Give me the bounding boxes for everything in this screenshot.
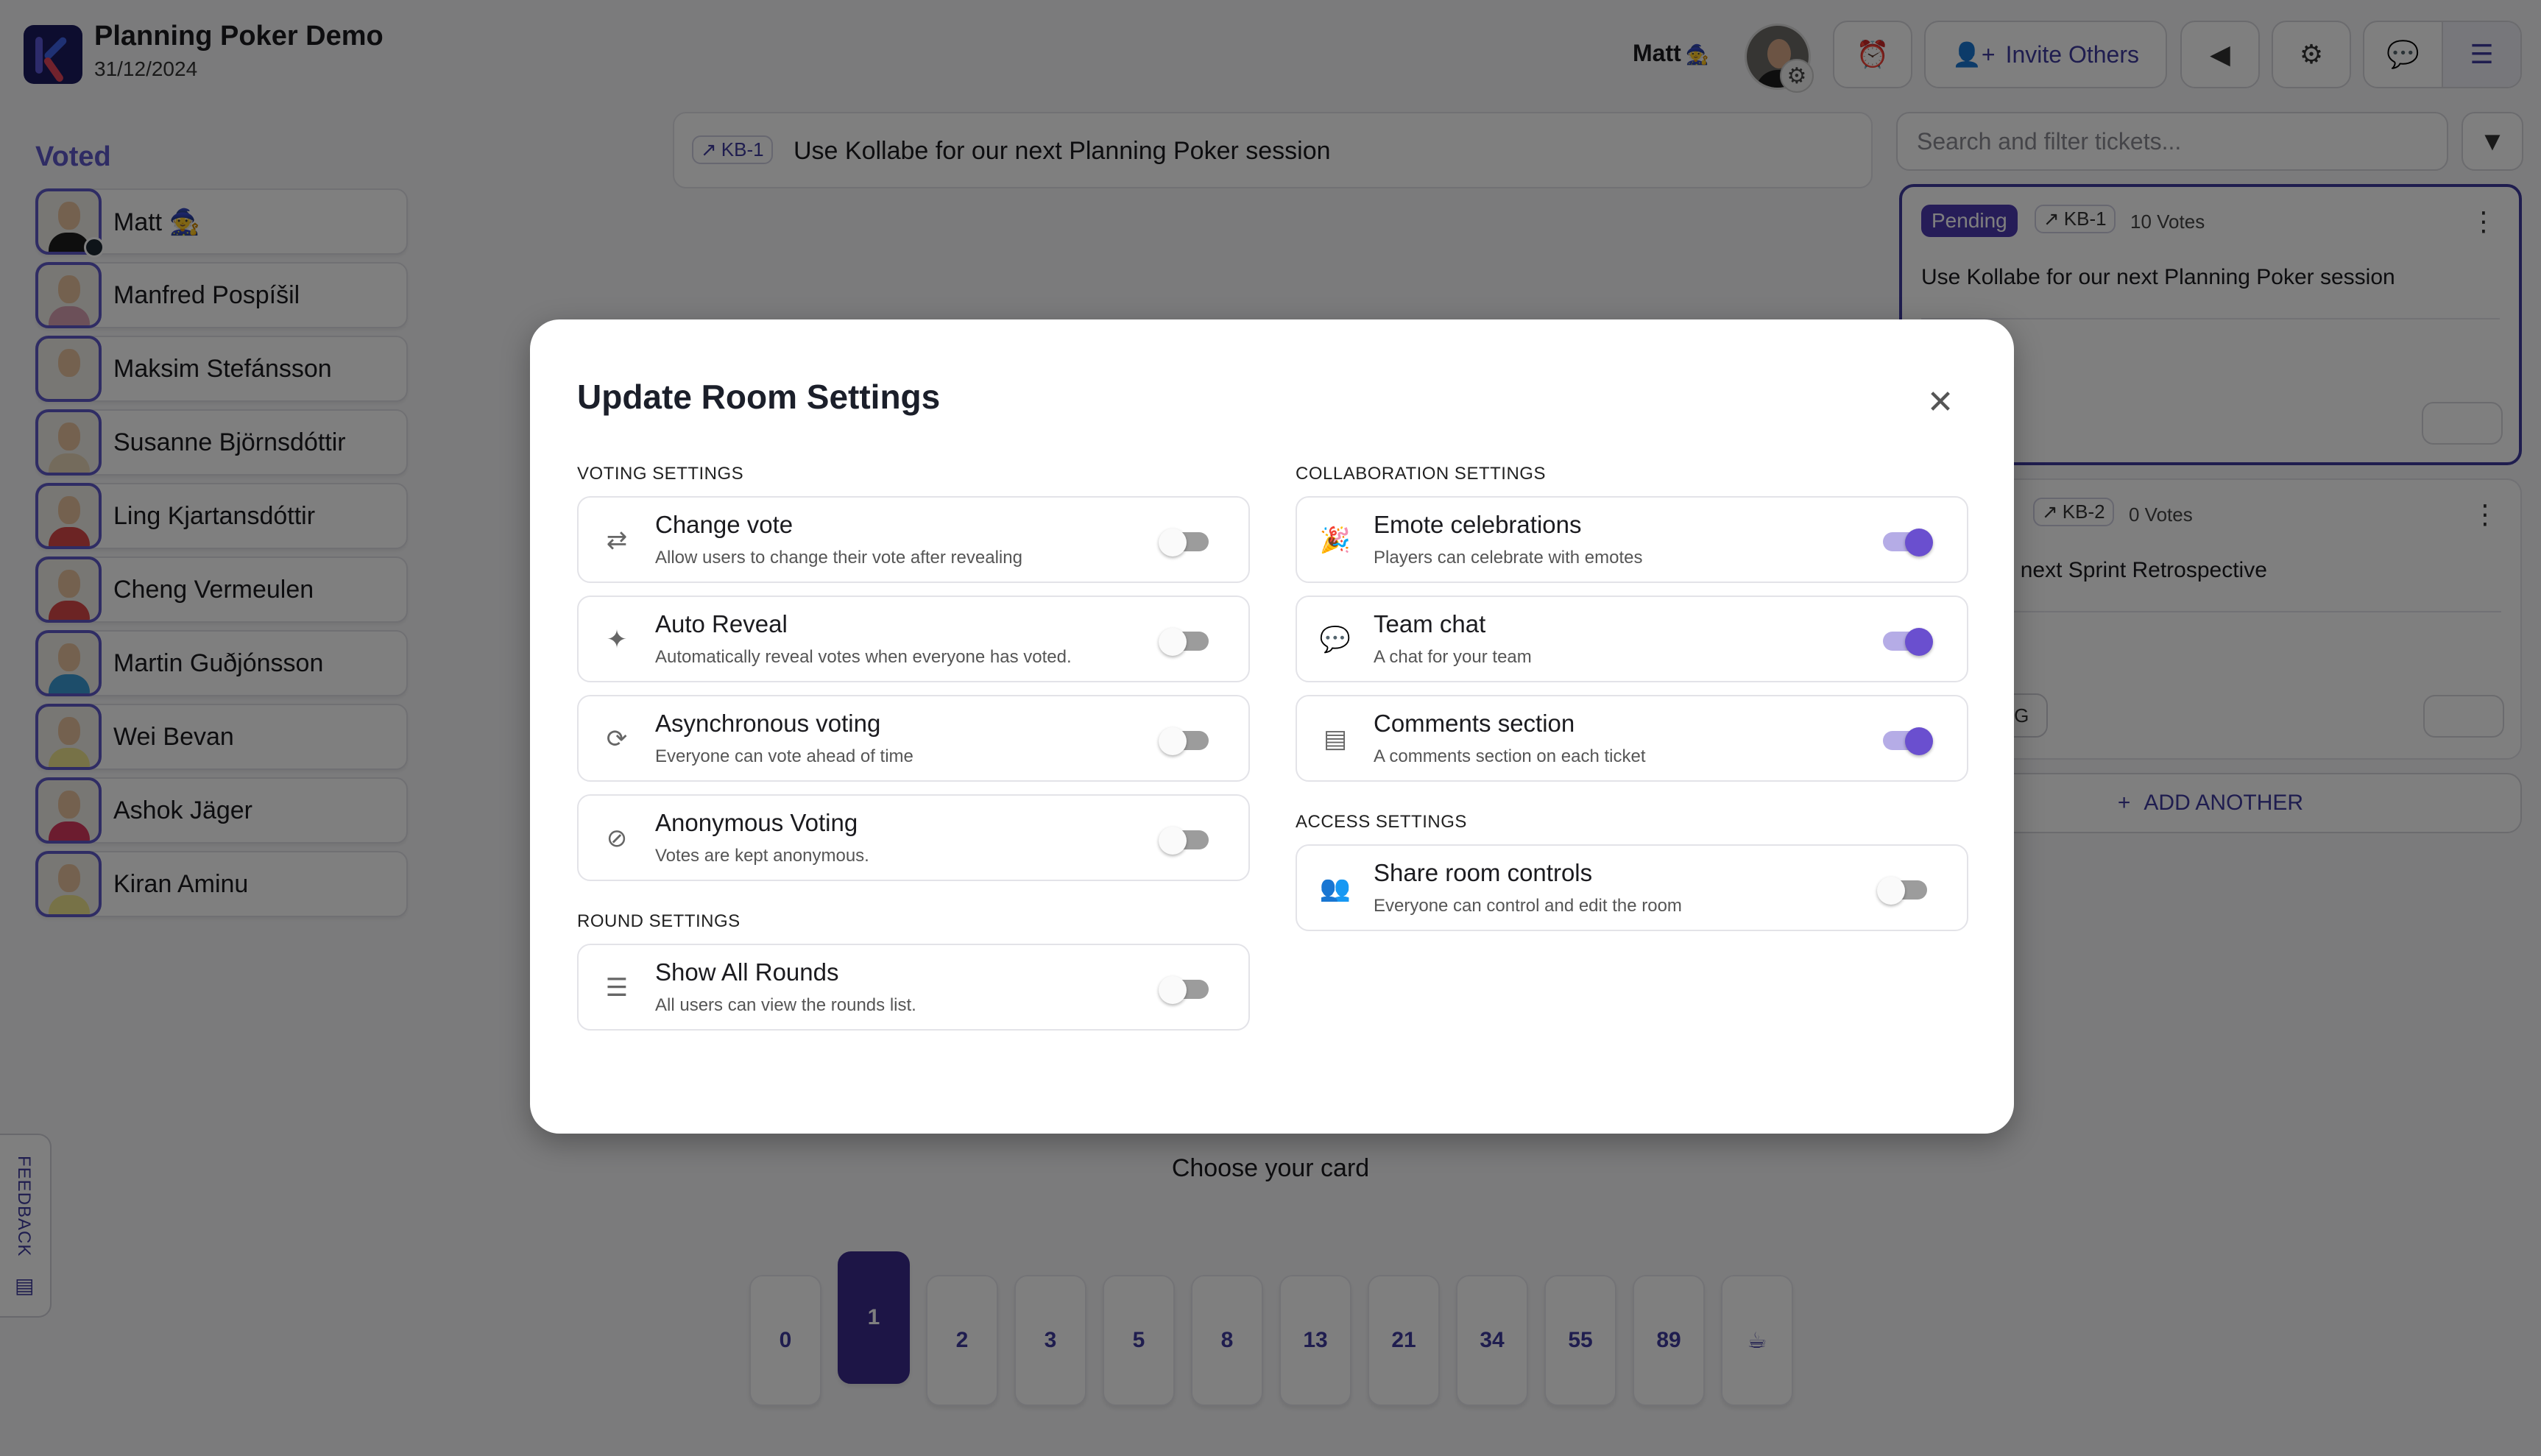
chat-icon: 💬: [1319, 626, 1351, 654]
voting-settings-list: ⇄ Change vote Allow users to change their …: [577, 496, 1250, 881]
setting-change-vote: ⇄ Change vote Allow users to change their …: [577, 496, 1250, 583]
setting-emote-celebrations: 🎉 Emote celebrations Players can celebrate…: [1296, 496, 1968, 583]
comment-icon: ▤: [1323, 725, 1348, 753]
setting-description: Everyone can control and edit the room: [1374, 896, 1682, 916]
collaboration-settings-list: 🎉 Emote celebrations Players can celebrate…: [1296, 496, 1968, 782]
setting-title: Team chat: [1374, 610, 1486, 637]
emote-celebrations-toggle[interactable]: [1877, 529, 1933, 556]
comments-section-toggle[interactable]: [1877, 727, 1933, 755]
close-icon[interactable]: ✕: [1918, 380, 1962, 424]
show-all-rounds-toggle[interactable]: [1159, 976, 1210, 1004]
setting-description: Allow users to change their vote after r…: [655, 548, 1022, 568]
setting-description: All users can view the rounds list.: [655, 995, 916, 1015]
sparkles-icon: ✦: [606, 626, 628, 654]
room-settings-modal: Update Room Settings ✕ VOTING SETTINGS ⇄…: [530, 319, 2014, 1134]
setting-description: Everyone can vote ahead of time: [655, 746, 913, 766]
share-room-controls-toggle[interactable]: [1877, 877, 1929, 905]
voting-settings-label: VOTING SETTINGS: [577, 464, 744, 484]
settings-left-column: VOTING SETTINGS ⇄ Change vote Allow users …: [577, 461, 1250, 1043]
setting-show-all-rounds: ☰ Show All Rounds All users can view the r…: [577, 944, 1250, 1031]
access-settings-label: ACCESS SETTINGS: [1296, 812, 1467, 832]
anonymous-voting-toggle[interactable]: [1159, 827, 1210, 855]
setting-title: Comments section: [1374, 710, 1575, 737]
setting-title: Share room controls: [1374, 859, 1593, 886]
setting-description: Votes are kept anonymous.: [655, 846, 869, 866]
modal-title: Update Room Settings: [577, 378, 941, 416]
auto-reveal-toggle[interactable]: [1159, 628, 1210, 656]
setting-description: Automatically reveal votes when everyone…: [655, 647, 1072, 667]
change-vote-toggle[interactable]: [1159, 529, 1210, 556]
list-icon: ☰: [605, 974, 629, 1002]
eye-off-icon: ⊘: [606, 824, 628, 852]
party-popper-icon: 🎉: [1319, 526, 1351, 554]
setting-team-chat: 💬 Team chat A chat for your team: [1296, 596, 1968, 682]
access-settings-list: 👥 Share room controls Everyone can control…: [1296, 844, 1968, 931]
setting-title: Anonymous Voting: [655, 809, 858, 836]
setting-description: A chat for your team: [1374, 647, 1532, 667]
settings-right-column: COLLABORATION SETTINGS 🎉 Emote celebratio…: [1296, 461, 1968, 944]
setting-title: Auto Reveal: [655, 610, 788, 637]
asynchronous-voting-toggle[interactable]: [1159, 727, 1210, 755]
setting-share-room-controls: 👥 Share room controls Everyone can control…: [1296, 844, 1968, 931]
setting-title: Emote celebrations: [1374, 511, 1582, 538]
setting-auto-reveal: ✦ Auto Reveal Automatically reveal votes w…: [577, 596, 1250, 682]
round-settings-label: ROUND SETTINGS: [577, 911, 741, 931]
team-chat-toggle[interactable]: [1877, 628, 1933, 656]
setting-comments-section: ▤ Comments section A comments section on e…: [1296, 695, 1968, 782]
collaboration-settings-label: COLLABORATION SETTINGS: [1296, 464, 1546, 484]
users-icon: 👥: [1319, 874, 1351, 902]
setting-title: Show All Rounds: [655, 958, 839, 986]
setting-description: Players can celebrate with emotes: [1374, 548, 1643, 568]
setting-description: A comments section on each ticket: [1374, 746, 1646, 766]
setting-title: Asynchronous voting: [655, 710, 881, 737]
setting-anonymous-voting: ⊘ Anonymous Voting Votes are kept anonymou…: [577, 794, 1250, 881]
swap-arrows-icon: ⇄: [606, 526, 628, 554]
round-settings-list: ☰ Show All Rounds All users can view the r…: [577, 944, 1250, 1031]
sync-icon: ⟳: [606, 725, 628, 753]
setting-title: Change vote: [655, 511, 794, 538]
setting-asynchronous-voting: ⟳ Asynchronous voting Everyone can vote ah…: [577, 695, 1250, 782]
